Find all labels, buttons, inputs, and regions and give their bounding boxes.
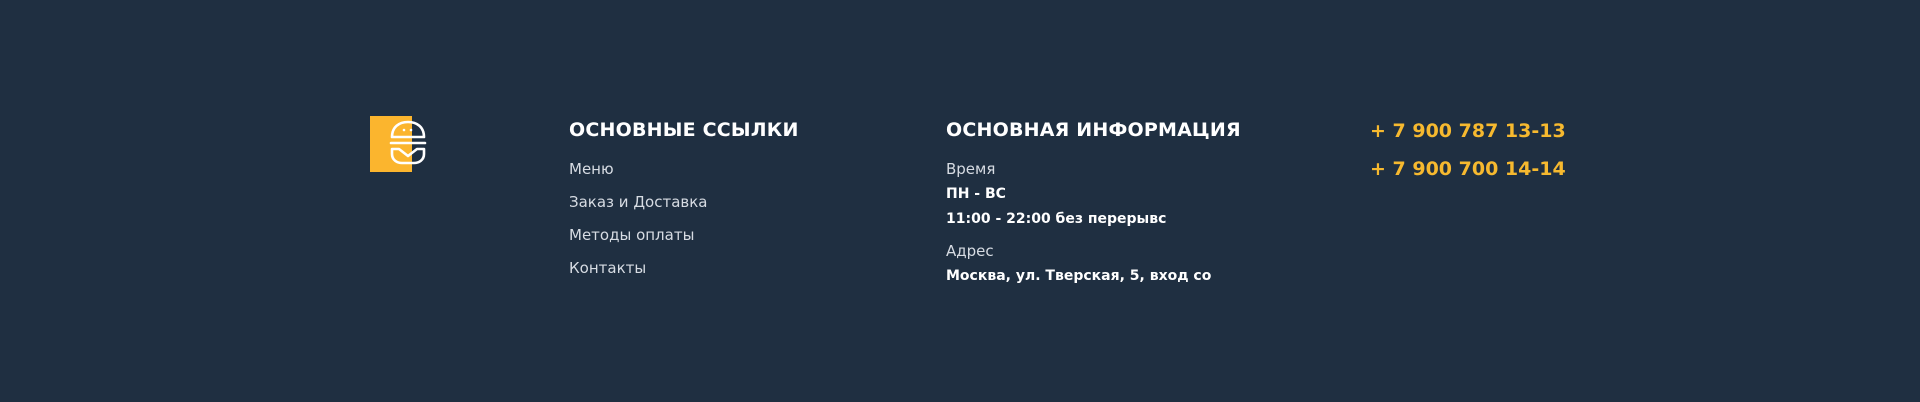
working-days: ПН - ВС bbox=[946, 186, 1006, 202]
list-item: Методы оплаты bbox=[569, 225, 799, 258]
info-title: ОСНОВНАЯ ИНФОРМАЦИЯ bbox=[946, 119, 1241, 141]
burger-icon bbox=[370, 116, 427, 172]
links-title: ОСНОВНЫЕ ССЫЛКИ bbox=[569, 119, 799, 141]
address-block: Адрес Москва, ул. Тверская, 5, вход со bbox=[946, 241, 1241, 286]
address-label: Адрес bbox=[946, 242, 994, 260]
phone-link-1[interactable]: + 7 900 787 13-13 bbox=[1370, 118, 1566, 144]
menu-link[interactable]: Меню bbox=[569, 160, 614, 178]
list-item: Меню bbox=[569, 159, 799, 192]
links-column: ОСНОВНЫЕ ССЫЛКИ Меню Заказ и Доставка Ме… bbox=[569, 118, 799, 291]
order-delivery-link[interactable]: Заказ и Доставка bbox=[569, 193, 708, 211]
working-hours: Время ПН - ВС 11:00 - 22:00 без перерывс bbox=[946, 159, 1241, 229]
working-time: 11:00 - 22:00 без перерывс bbox=[946, 211, 1167, 227]
phones-column: + 7 900 787 13-13 + 7 900 700 14-14 bbox=[1370, 118, 1566, 182]
list-item: Контакты bbox=[569, 258, 799, 291]
logo-link[interactable] bbox=[370, 116, 434, 174]
phone-link-2[interactable]: + 7 900 700 14-14 bbox=[1370, 156, 1566, 182]
contacts-link[interactable]: Контакты bbox=[569, 259, 646, 277]
info-column: ОСНОВНАЯ ИНФОРМАЦИЯ Время ПН - ВС 11:00 … bbox=[946, 118, 1241, 286]
list-item: Заказ и Доставка bbox=[569, 192, 799, 225]
links-list: Меню Заказ и Доставка Методы оплаты Конт… bbox=[569, 159, 799, 291]
address-value: Москва, ул. Тверская, 5, вход со bbox=[946, 268, 1212, 284]
time-label: Время bbox=[946, 160, 996, 178]
payment-methods-link[interactable]: Методы оплаты bbox=[569, 226, 694, 244]
site-footer: ОСНОВНЫЕ ССЫЛКИ Меню Заказ и Доставка Ме… bbox=[0, 0, 1920, 402]
